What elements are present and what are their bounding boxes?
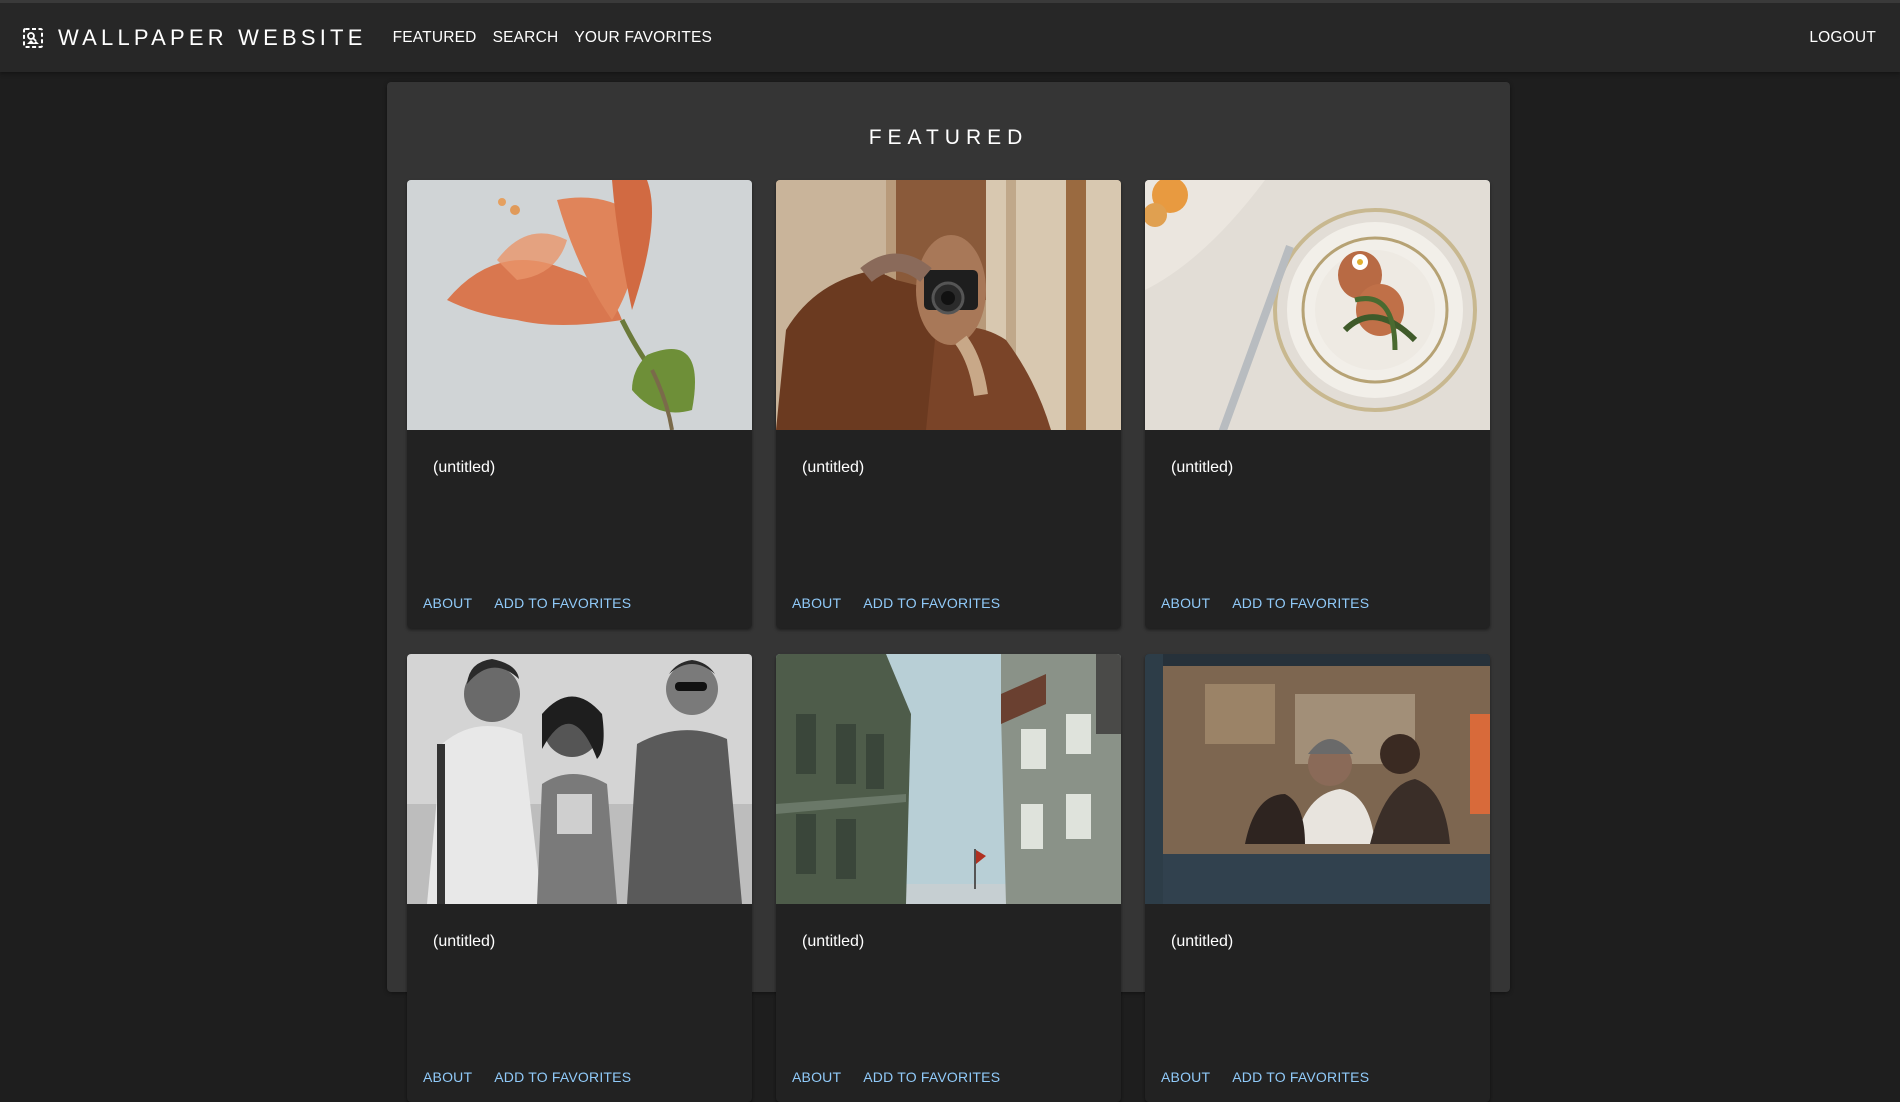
wallpaper-title: (untitled) [802,459,865,476]
logout-button[interactable]: LOGOUT [1809,29,1876,47]
about-button[interactable]: ABOUT [1161,595,1210,611]
add-to-favorites-button[interactable]: ADD TO FAVORITES [1232,1069,1369,1085]
wallpaper-thumbnail[interactable] [407,654,752,904]
page-title: FEATURED [868,126,1029,149]
image-search-icon [22,27,44,49]
app-bar: WALLPAPER WEBSITE FEATURED SEARCH YOUR F… [0,0,1900,72]
about-button[interactable]: ABOUT [423,595,472,611]
add-to-favorites-button[interactable]: ADD TO FAVORITES [863,1069,1000,1085]
main-nav: FEATURED SEARCH YOUR FAVORITES [393,29,729,47]
card-actions: ABOUT ADD TO FAVORITES [1161,595,1391,611]
wallpaper-title: (untitled) [433,459,496,476]
wallpaper-thumbnail[interactable] [407,180,752,430]
wallpaper-card: (untitled) ABOUT ADD TO FAVORITES [1145,654,1490,1102]
wallpaper-title: (untitled) [802,933,865,950]
wallpaper-card: (untitled) ABOUT ADD TO FAVORITES [407,654,752,1102]
about-button[interactable]: ABOUT [792,1069,841,1085]
wallpaper-card: (untitled) ABOUT ADD TO FAVORITES [1145,180,1490,628]
wallpaper-card: (untitled) ABOUT ADD TO FAVORITES [407,180,752,628]
about-button[interactable]: ABOUT [792,595,841,611]
wallpaper-card: (untitled) ABOUT ADD TO FAVORITES [776,654,1121,1102]
card-actions: ABOUT ADD TO FAVORITES [423,1069,653,1085]
card-actions: ABOUT ADD TO FAVORITES [792,1069,1022,1085]
wallpaper-card: (untitled) ABOUT ADD TO FAVORITES [776,180,1121,628]
add-to-favorites-button[interactable]: ADD TO FAVORITES [494,1069,631,1085]
card-actions: ABOUT ADD TO FAVORITES [1161,1069,1391,1085]
nav-your-favorites[interactable]: YOUR FAVORITES [574,29,712,47]
brand[interactable]: WALLPAPER WEBSITE [22,25,367,51]
wallpaper-thumbnail[interactable] [1145,654,1490,904]
add-to-favorites-button[interactable]: ADD TO FAVORITES [1232,595,1369,611]
wallpaper-title: (untitled) [1171,933,1234,950]
card-actions: ABOUT ADD TO FAVORITES [423,595,653,611]
about-button[interactable]: ABOUT [423,1069,472,1085]
site-title: WALLPAPER WEBSITE [58,24,367,50]
wallpaper-thumbnail[interactable] [776,654,1121,904]
add-to-favorites-button[interactable]: ADD TO FAVORITES [863,595,1000,611]
wallpaper-thumbnail[interactable] [776,180,1121,430]
featured-panel: FEATURED (untitled) ABOUT ADD TO FAVORIT… [387,82,1510,1102]
wallpaper-title: (untitled) [433,933,496,950]
card-actions: ABOUT ADD TO FAVORITES [792,595,1022,611]
wallpaper-thumbnail[interactable] [1145,180,1490,430]
nav-search[interactable]: SEARCH [493,29,559,47]
wallpaper-title: (untitled) [1171,459,1234,476]
add-to-favorites-button[interactable]: ADD TO FAVORITES [494,595,631,611]
about-button[interactable]: ABOUT [1161,1069,1210,1085]
nav-featured[interactable]: FEATURED [393,29,477,47]
